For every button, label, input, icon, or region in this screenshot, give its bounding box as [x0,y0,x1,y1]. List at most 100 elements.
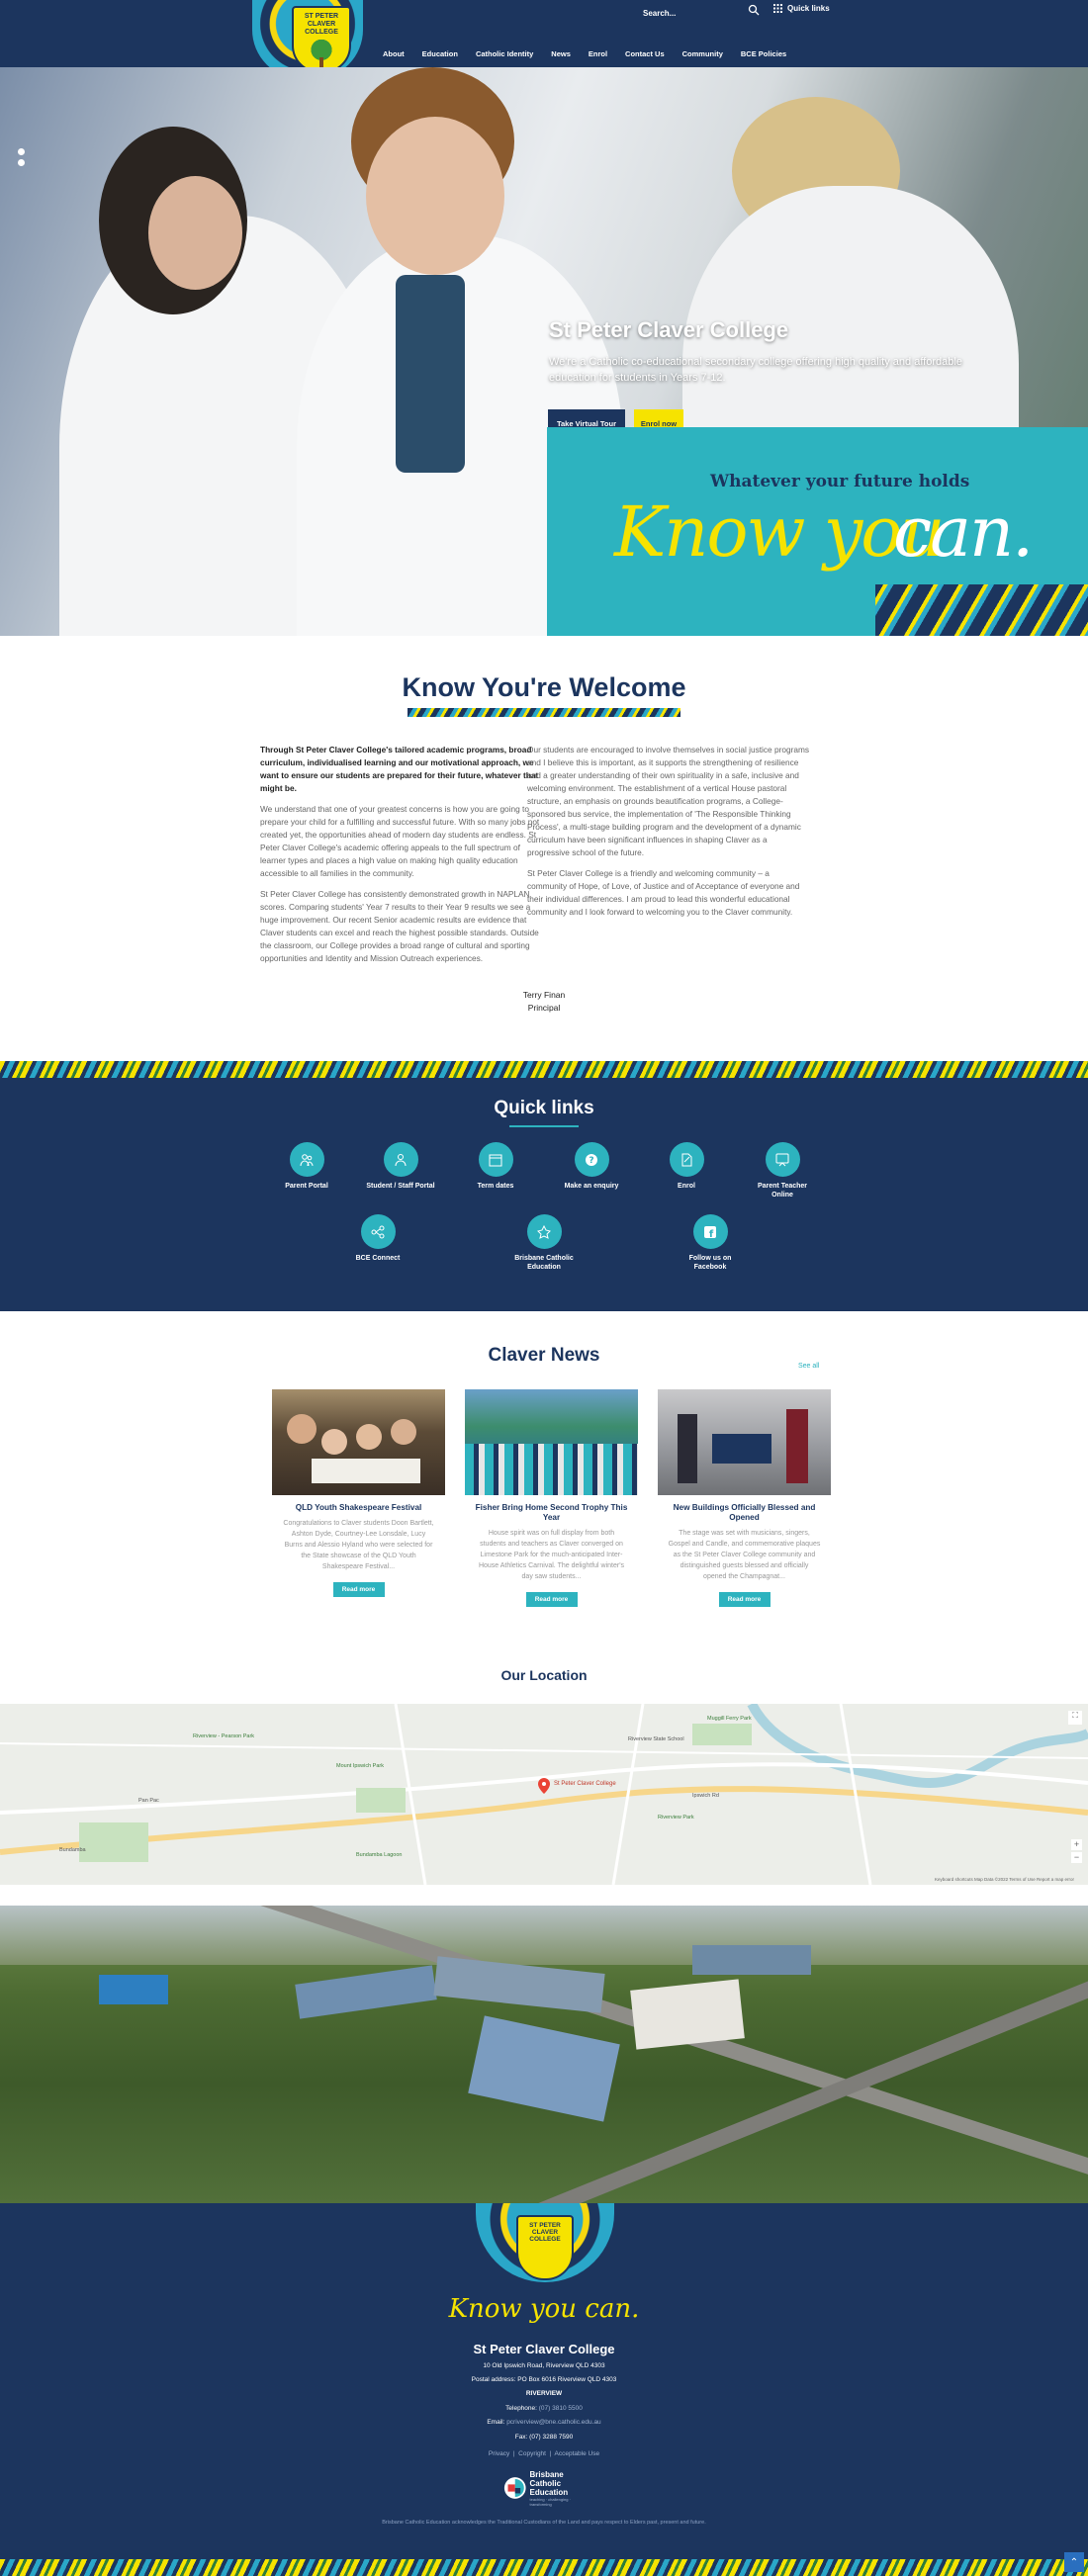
banner-can: can. [893,491,1034,573]
zoom-in-icon[interactable]: + [1071,1839,1082,1850]
slider-dots[interactable] [18,148,25,170]
footer-fax: Fax: (07) 3288 7590 [514,2434,574,2441]
welcome-paragraph: St Peter Claver College is a friendly an… [527,868,800,917]
news-image[interactable] [658,1389,831,1495]
map-place-label: Muggill Ferry Park [707,1716,752,1722]
telephone-label: Telephone: [505,2405,537,2412]
quick-link-bce-connect[interactable]: BCE Connect [343,1214,412,1263]
chevron-up-icon: ⌃ [1069,2556,1079,2568]
footer-postal: Postal address: PO Box 6016 Riverview QL… [471,2376,617,2383]
welcome-left-column: Through St Peter Claver College's tailor… [260,744,542,973]
footer-college-logo[interactable]: ST PETER CLAVER COLLEGE [516,2215,574,2280]
welcome-paragraph: St Peter Claver College has consistently… [260,889,539,963]
search-input[interactable] [643,5,757,21]
footer-region: RIVERVIEW [525,2390,563,2397]
map-roads [0,1704,1088,1885]
college-logo[interactable]: ST PETER CLAVER COLLEGE [292,6,351,73]
footer-link-copyright[interactable]: Copyright [518,2450,546,2457]
news-card[interactable]: QLD Youth Shakespeare Festival Congratul… [272,1389,445,1597]
quick-links-label: Quick links [787,4,830,13]
quick-links-button[interactable]: Quick links [773,4,830,13]
map-place-label: Bundamba [59,1847,86,1853]
map-place-label: Mount Ipswich Park [336,1763,384,1769]
map-attribution[interactable]: Keyboard shortcuts Map Data ©2022 Terms … [935,1877,1074,1882]
read-more-button[interactable]: Read more [718,1592,771,1607]
quick-link-label: Make an enquiry [564,1183,619,1190]
nav-item-enrol[interactable]: Enrol [580,49,616,58]
nav-item-bce-policies[interactable]: BCE Policies [732,49,795,58]
news-excerpt: The stage was set with musicians, singer… [668,1530,821,1580]
read-more-button[interactable]: Read more [332,1582,385,1597]
title-underline-pattern [408,708,680,717]
quick-link-parent-teacher-online[interactable]: Parent Teacher Online [748,1142,817,1199]
bce-logo[interactable]: Brisbane Catholic Education teaching · c… [503,2469,588,2507]
news-headline[interactable]: New Buildings Officially Blessed and Ope… [664,1503,825,1523]
footer-link-privacy[interactable]: Privacy [489,2450,509,2457]
map-pin-icon[interactable] [538,1778,550,1794]
footer-link-acceptable-use[interactable]: Acceptable Use [555,2450,600,2457]
hero-title: St Peter Claver College [549,317,789,342]
footer-tagline: Know you can. [448,2294,640,2324]
principal-signature: Terry Finan Principal [0,989,1088,1015]
quick-link-bce[interactable]: Brisbane Catholic Education [509,1214,579,1272]
map-place-label: Ipswich Rd [692,1793,719,1799]
site-header: ST PETER CLAVER COLLEGE Quick links Abou… [0,0,1088,79]
email-link[interactable]: pcriverview@bne.catholic.edu.au [506,2419,600,2426]
news-card[interactable]: Fisher Bring Home Second Trophy This Yea… [465,1389,638,1607]
quick-link-term-dates[interactable]: Term dates [461,1142,530,1191]
tree-icon [311,40,332,67]
news-title: Claver News [488,1345,600,1366]
fullscreen-icon[interactable]: ⛶ [1068,1711,1082,1725]
quick-link-make-enquiry[interactable]: ? Make an enquiry [557,1142,626,1191]
nav-item-community[interactable]: Community [674,49,732,58]
quick-link-label: Brisbane Catholic Education [514,1255,574,1271]
google-map[interactable]: St Peter Claver College Riverview State … [0,1704,1088,1885]
footer-address: 10 Old Ipswich Road, Riverview QLD 4303 [483,2362,605,2369]
telephone-link[interactable]: (07) 3810 5500 [539,2405,583,2412]
map-place-label: Riverview - Pearson Park [193,1733,255,1739]
question-icon: ? [574,1142,609,1177]
news-image[interactable] [272,1389,445,1495]
svg-text:f: f [709,1229,714,1240]
footer-telephone: Telephone: (07) 3810 5500 [0,2405,1088,2412]
pattern-strip [0,2559,1088,2576]
footer-links: Privacy | Copyright | Acceptable Use [488,2450,600,2457]
svg-text:?: ? [589,1156,593,1166]
news-image[interactable] [465,1389,638,1495]
read-more-button[interactable]: Read more [525,1592,578,1607]
welcome-lead: Through St Peter Claver College's tailor… [260,745,539,793]
quick-link-enrol[interactable]: Enrol [652,1142,721,1191]
nav-item-catholic-identity[interactable]: Catholic Identity [467,49,542,58]
quick-link-label: Parent Teacher Online [757,1183,808,1199]
nav-item-contact[interactable]: Contact Us [616,49,674,58]
back-to-top-button[interactable]: ⌃ [1064,2552,1084,2572]
connect-icon [360,1214,396,1249]
email-label: Email: [487,2419,505,2426]
see-all-link[interactable]: See all [798,1363,819,1370]
location-title: Our Location [500,1667,588,1683]
quick-link-parent-portal[interactable]: Parent Portal [272,1142,341,1191]
nav-item-education[interactable]: Education [413,49,467,58]
nav-item-about[interactable]: About [374,49,413,58]
bce-icon [526,1214,562,1249]
quick-link-facebook[interactable]: f Follow us on Facebook [676,1214,745,1272]
quick-link-student-staff-portal[interactable]: Student / Staff Portal [366,1142,435,1191]
nav-item-news[interactable]: News [542,49,580,58]
news-headline[interactable]: QLD Youth Shakespeare Festival [278,1503,439,1513]
footer-email: Email: pcriverview@bne.catholic.edu.au [0,2419,1088,2426]
footer-college-name: St Peter Claver College [473,2342,615,2356]
principal-name: Terry Finan [522,990,566,1000]
news-card[interactable]: New Buildings Officially Blessed and Ope… [658,1389,831,1607]
logo-text: ST PETER CLAVER COLLEGE [529,2222,561,2243]
campus-aerial-photo [0,1906,1088,2203]
parent-teacher-icon [765,1142,800,1177]
news-headline[interactable]: Fisher Bring Home Second Trophy This Yea… [471,1503,632,1523]
zoom-out-icon[interactable]: − [1071,1852,1082,1863]
logo-text: ST PETER CLAVER COLLEGE [304,13,339,36]
quick-link-label: Parent Portal [285,1183,328,1190]
welcome-title: Know You're Welcome [402,672,686,702]
quick-links-title: Quick links [494,1098,594,1118]
main-nav: About Education Catholic Identity News E… [374,49,795,58]
quick-link-label: Enrol [678,1183,695,1190]
search-icon[interactable] [748,4,760,16]
